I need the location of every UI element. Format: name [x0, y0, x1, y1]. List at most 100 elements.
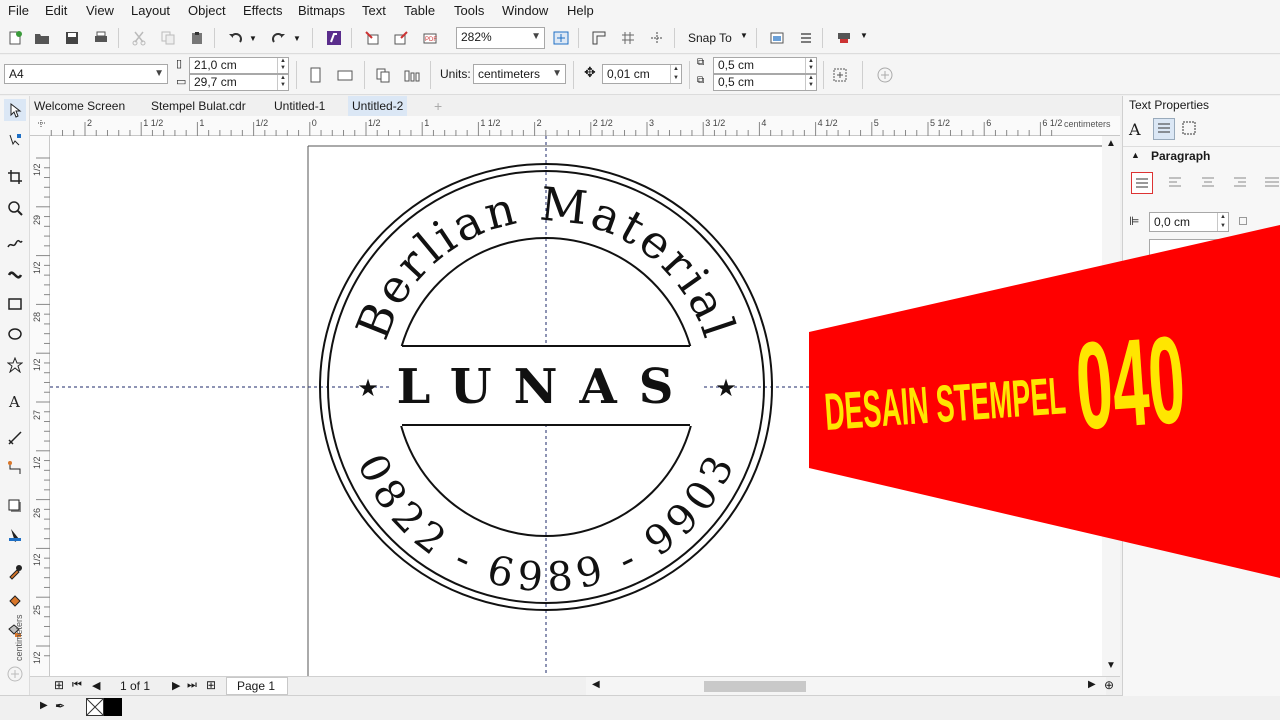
polygon-tool-icon[interactable]: [4, 354, 26, 376]
ellipse-tool-icon[interactable]: [4, 323, 26, 345]
previous-page-icon[interactable]: ◀: [92, 679, 100, 692]
zoom-tool-icon[interactable]: [4, 197, 26, 219]
page-width-field[interactable]: 21,0 cm ▲ ▼: [189, 57, 289, 74]
color-eyedropper-icon[interactable]: [4, 561, 26, 583]
new-tab-icon[interactable]: +: [430, 96, 446, 116]
menu-window[interactable]: Window: [502, 3, 548, 18]
menu-text[interactable]: Text: [362, 3, 386, 18]
page-tab[interactable]: Page 1: [226, 677, 288, 695]
scroll-up-icon[interactable]: ▲: [1106, 138, 1116, 149]
text-tool-icon[interactable]: A: [4, 390, 26, 412]
welcome-screen-icon[interactable]: [766, 27, 788, 49]
menu-help[interactable]: Help: [567, 3, 594, 18]
menu-view[interactable]: View: [86, 3, 114, 18]
add-page-after-icon[interactable]: ⊞: [206, 678, 216, 692]
palette-scroll-icon[interactable]: ▶: [40, 700, 48, 711]
search-content-icon[interactable]: [323, 27, 345, 49]
menu-effects[interactable]: Effects: [243, 3, 283, 18]
import-icon[interactable]: [361, 27, 383, 49]
left-indent-field[interactable]: [1149, 239, 1229, 259]
vertical-ruler[interactable]: 1/2 29 1/2 28 1/2 27 1/2 26 1/2 25 1/2 centimeters: [14, 136, 50, 676]
application-launcher-icon[interactable]: [833, 27, 855, 49]
scroll-left-icon[interactable]: ◀: [592, 679, 600, 690]
zoom-level-dropdown[interactable]: 282% ▼: [456, 27, 545, 49]
current-page-icon[interactable]: [401, 64, 423, 86]
page-size-dropdown[interactable]: A4 ▼: [4, 64, 168, 84]
duplicate-distance-y-field[interactable]: 0,5 cm ▲ ▼: [713, 74, 817, 91]
paragraph-collapse-icon[interactable]: ▲: [1131, 150, 1140, 160]
align-right-icon[interactable]: [1230, 172, 1250, 195]
eyedropper-icon[interactable]: ✒: [55, 699, 65, 713]
drop-shadow-tool-icon[interactable]: [4, 495, 26, 517]
align-left-icon[interactable]: [1165, 172, 1185, 195]
print-icon[interactable]: [90, 27, 112, 49]
first-page-icon[interactable]: ⏮: [72, 679, 82, 692]
menu-table[interactable]: Table: [404, 3, 435, 18]
quick-customize-icon[interactable]: [874, 64, 896, 86]
freehand-tool-icon[interactable]: [4, 232, 26, 254]
paragraph-tab-icon[interactable]: [1153, 118, 1175, 140]
duplicate-distance-x-field[interactable]: 0,5 cm ▲ ▼: [713, 57, 817, 74]
justify-icon[interactable]: [1261, 172, 1280, 195]
menu-file[interactable]: File: [8, 3, 29, 18]
full-screen-preview-icon[interactable]: [550, 27, 572, 49]
show-grid-icon[interactable]: [617, 27, 639, 49]
tab-untitled-2[interactable]: Untitled-2: [348, 96, 408, 116]
character-icon[interactable]: A: [1129, 120, 1141, 139]
undo-icon[interactable]: [224, 27, 246, 49]
pick-tool-icon[interactable]: [4, 99, 26, 121]
crop-tool-icon[interactable]: [4, 166, 26, 188]
snap-to-chevron-icon[interactable]: ▼: [740, 31, 748, 40]
frame-tab-icon[interactable]: [1179, 118, 1201, 140]
nudge-distance-field[interactable]: 0,01 cm ▲ ▼: [602, 64, 682, 84]
menu-edit[interactable]: Edit: [45, 3, 67, 18]
show-guidelines-icon[interactable]: [646, 27, 668, 49]
rectangle-tool-icon[interactable]: [4, 293, 26, 315]
all-pages-icon[interactable]: [372, 64, 394, 86]
options-icon[interactable]: [795, 27, 817, 49]
add-tool-icon[interactable]: [4, 663, 26, 685]
tab-welcome-screen[interactable]: Welcome Screen: [30, 96, 129, 116]
tab-stempel-bulat[interactable]: Stempel Bulat.cdr: [147, 96, 250, 116]
horizontal-ruler[interactable]: 2 1 1/2 1 1/2 0 1/2 1 1 1/2 2 2 1/2 3 3 1/2 4 4 1/2 5 5…: [30, 116, 1120, 136]
undo-dropdown-icon[interactable]: ▼: [247, 27, 259, 49]
horizontal-scrollbar[interactable]: ◀ ▶: [586, 677, 1106, 695]
redo-dropdown-icon[interactable]: ▼: [291, 27, 303, 49]
no-alignment-icon[interactable]: [1131, 172, 1153, 194]
publish-pdf-icon[interactable]: PDF: [419, 27, 441, 49]
treat-as-filled-icon[interactable]: [829, 64, 851, 86]
units-dropdown[interactable]: centimeters ▼: [473, 64, 566, 84]
menu-bitmaps[interactable]: Bitmaps: [298, 3, 345, 18]
no-color-swatch[interactable]: [86, 698, 104, 716]
menu-object[interactable]: Object: [188, 3, 226, 18]
transparency-tool-icon[interactable]: [4, 524, 26, 546]
menu-tools[interactable]: Tools: [454, 3, 484, 18]
add-page-before-icon[interactable]: ⊞: [54, 678, 64, 692]
launcher-chevron-icon[interactable]: ▼: [860, 31, 868, 40]
connector-tool-icon[interactable]: [4, 457, 26, 479]
cut-icon[interactable]: [128, 27, 150, 49]
last-page-icon[interactable]: ⏭: [187, 679, 197, 692]
dimension-tool-icon[interactable]: [4, 427, 26, 449]
scroll-down-icon[interactable]: ▼: [1106, 660, 1116, 671]
redo-icon[interactable]: [268, 27, 290, 49]
first-line-indent-field[interactable]: 0,0 cm ▲ ▼: [1149, 212, 1229, 232]
page-height-field[interactable]: 29,7 cm ▲ ▼: [189, 74, 289, 91]
landscape-icon[interactable]: [334, 64, 356, 86]
export-icon[interactable]: [390, 27, 412, 49]
open-icon[interactable]: [31, 27, 53, 49]
zoom-navigator-icon[interactable]: ⊕: [1104, 678, 1114, 692]
show-rulers-icon[interactable]: [588, 27, 610, 49]
black-swatch[interactable]: [104, 698, 122, 716]
artistic-media-icon[interactable]: [4, 262, 26, 284]
next-page-icon[interactable]: ▶: [172, 679, 180, 692]
indent-lock-checkbox[interactable]: [1239, 217, 1247, 225]
copy-icon[interactable]: [157, 27, 179, 49]
menu-layout[interactable]: Layout: [131, 3, 170, 18]
vertical-scrollbar[interactable]: ▲ ▼: [1102, 136, 1120, 676]
align-center-icon[interactable]: [1198, 172, 1218, 195]
new-document-icon[interactable]: [4, 27, 26, 49]
save-icon[interactable]: [61, 27, 83, 49]
paste-icon[interactable]: [186, 27, 208, 49]
scroll-right-icon[interactable]: ▶: [1088, 679, 1096, 690]
